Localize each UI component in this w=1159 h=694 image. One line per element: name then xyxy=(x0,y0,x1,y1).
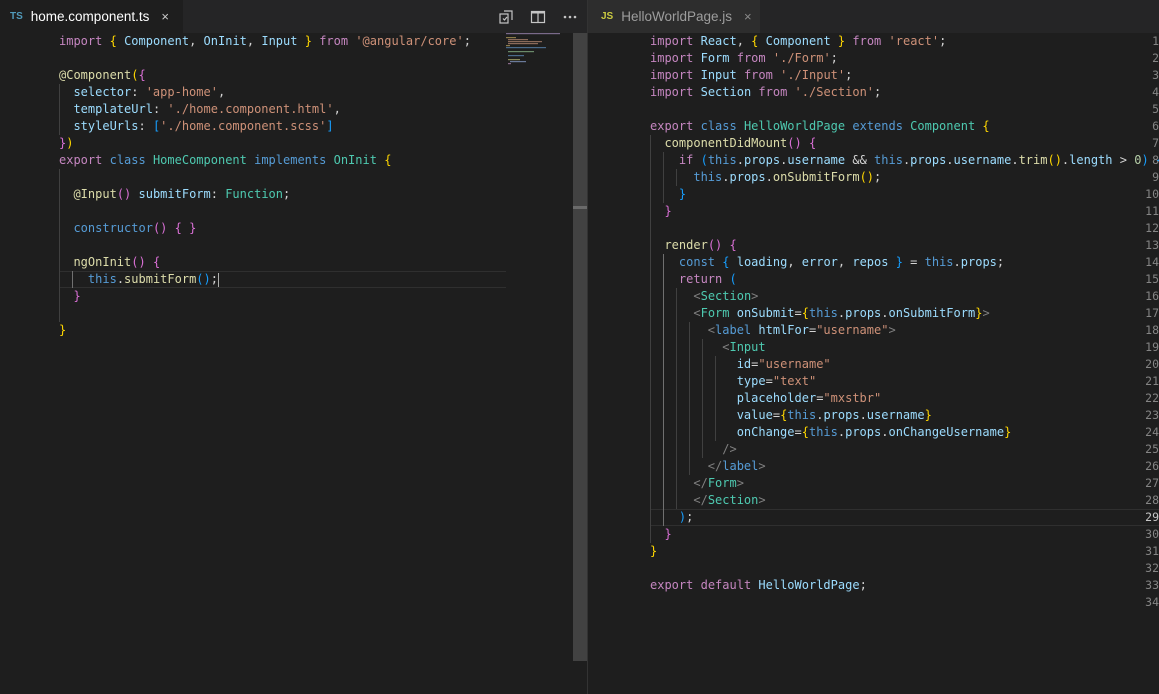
code-line: 7}) xyxy=(59,136,587,150)
code-line: 25 /> xyxy=(722,442,1159,456)
code-line: 21 type="text" xyxy=(736,374,1159,388)
code-line: 6 styleUrls: ['./home.component.scss'] xyxy=(73,119,587,133)
code-line: 19 <Input xyxy=(722,340,1159,354)
left-editor-group: TS home.component.ts × 1import { Compone… xyxy=(0,0,587,694)
code-line: 34 xyxy=(1145,595,1159,609)
more-actions-icon[interactable] xyxy=(561,8,579,26)
code-line: 8export class HomeComponent implements O… xyxy=(59,153,587,167)
left-code-editor[interactable]: 1import { Component, OnInit, Input } fro… xyxy=(0,33,587,694)
code-line: 11 xyxy=(0,203,587,220)
code-line: 3@Component({ xyxy=(59,68,587,82)
code-line-current: 29 ); xyxy=(678,510,1159,524)
code-line: 4 import Section from './Section'; xyxy=(650,85,1159,99)
left-scrollbar-thumb[interactable] xyxy=(573,33,587,661)
javascript-file-icon: JS xyxy=(601,11,614,22)
code-line: 23 value={this.props.username} xyxy=(736,408,1159,422)
code-line: 6 export class HelloWorldPage extends Com… xyxy=(650,119,1159,133)
code-line: 13 xyxy=(0,237,587,254)
code-line: 22 placeholder="mxstbr" xyxy=(736,391,1159,405)
tab-title: HelloWorldPage.js xyxy=(621,9,733,24)
code-line: 14 ngOnInit() { xyxy=(73,255,587,269)
code-line: 9 this.props.onSubmitForm(); xyxy=(693,170,1159,184)
code-line: 32 xyxy=(1145,561,1159,575)
code-line: 12 xyxy=(1145,221,1159,235)
code-line: 17 <Form onSubmit={this.props.onSubmitFo… xyxy=(693,306,1159,320)
open-changes-icon[interactable] xyxy=(497,8,515,26)
right-tab-bar: JS HelloWorldPage.js × xyxy=(588,0,1159,33)
right-code-editor[interactable]: 1 import React, { Component } from 'react… xyxy=(588,33,1159,694)
code-line: 20 id="username" xyxy=(736,357,1159,371)
code-line: 24 onChange={this.props.onChangeUsername… xyxy=(736,425,1159,439)
code-line-current: 15 this.submitForm(); xyxy=(87,272,587,287)
code-line: 15 return ( xyxy=(678,272,1159,286)
tab-home-component-ts[interactable]: TS home.component.ts × xyxy=(0,0,183,33)
code-line: 27 </Form> xyxy=(693,476,1159,490)
code-line: 16 } xyxy=(73,289,587,303)
split-editor-icon[interactable] xyxy=(529,8,547,26)
typescript-file-icon: TS xyxy=(10,11,23,22)
code-line: 2 xyxy=(0,50,587,67)
text-cursor xyxy=(217,272,219,287)
code-line: 17 xyxy=(0,305,587,322)
code-line: 10 } xyxy=(678,187,1159,201)
code-line: 19 xyxy=(0,339,587,356)
code-line: 11 } xyxy=(664,204,1159,218)
code-line: 18 <label htmlFor="username"> xyxy=(707,323,1159,337)
code-line: 7 componentDidMount() { xyxy=(664,136,1159,150)
code-line: 1import { Component, OnInit, Input } fro… xyxy=(59,34,587,48)
minimap[interactable] xyxy=(506,33,566,73)
close-icon[interactable]: × xyxy=(744,9,752,24)
code-line: 2 import Form from './Form'; xyxy=(650,51,1159,65)
code-line: 1 import React, { Component } from 'react… xyxy=(650,34,1159,48)
code-line: 18} xyxy=(59,323,587,337)
code-line: 4 selector: 'app-home', xyxy=(73,85,587,99)
code-line: 26 </label> xyxy=(707,459,1159,473)
scrollbar-cursor-marker xyxy=(573,206,587,209)
code-line: 3 import Input from './Input'; xyxy=(650,68,1159,82)
close-icon[interactable]: × xyxy=(161,9,169,24)
code-line: 33 export default HelloWorldPage; xyxy=(650,578,1159,592)
tab-title: home.component.ts xyxy=(30,9,150,24)
code-line: 31} xyxy=(650,544,1159,558)
code-line: 9 xyxy=(0,169,587,186)
tab-hello-world-page-js[interactable]: JS HelloWorldPage.js × xyxy=(588,0,760,33)
editor-actions xyxy=(497,0,579,33)
code-line: 14 const { loading, error, repos } = thi… xyxy=(678,255,1159,269)
left-tab-bar: TS home.component.ts × xyxy=(0,0,587,33)
code-line: 8 if (this.props.username && this.props.… xyxy=(678,153,1159,167)
code-line: 16 <Section> xyxy=(693,289,1159,303)
code-line: 5 xyxy=(1152,102,1159,116)
code-line: 28 </Section> xyxy=(693,493,1159,507)
code-line: 5 templateUrl: './home.component.html', xyxy=(73,102,587,116)
right-editor-group: JS HelloWorldPage.js × 1 import React, { … xyxy=(588,0,1159,694)
code-line: 30 } xyxy=(664,527,1159,541)
code-line: 12 constructor() { } xyxy=(73,221,587,235)
code-line: 13 render() { xyxy=(664,238,1159,252)
code-line: 10 @Input() submitForm: Function; xyxy=(73,187,587,201)
left-scrollbar[interactable] xyxy=(573,33,587,694)
